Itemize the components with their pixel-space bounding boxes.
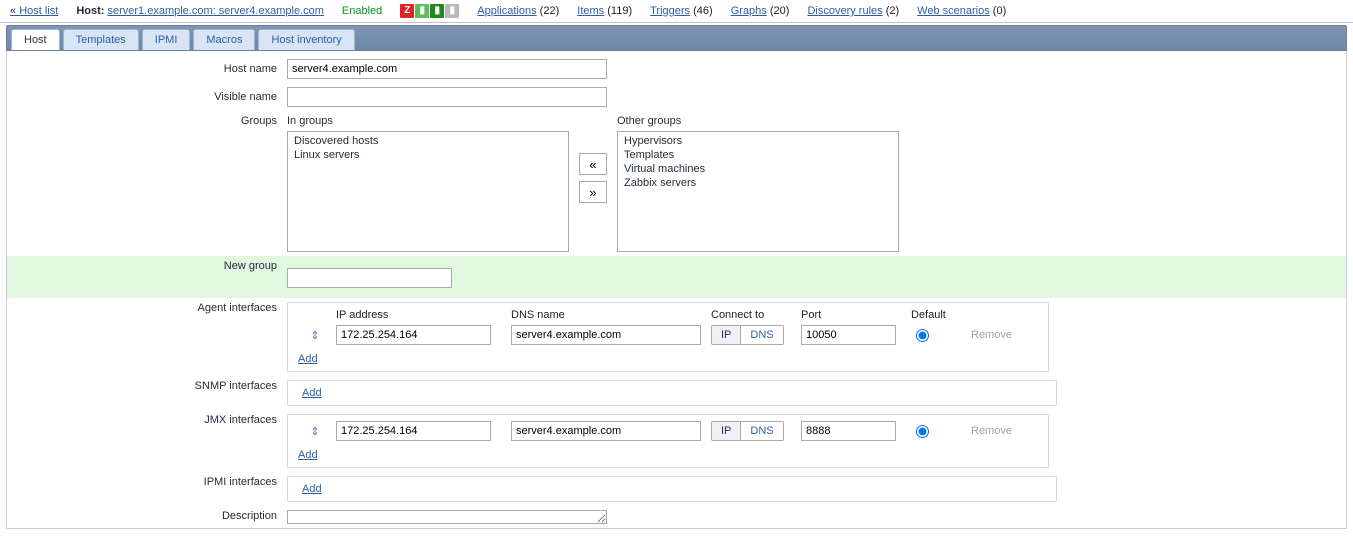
nav-web[interactable]: Web scenarios [917,5,990,17]
availability-jmx-icon: ▮ [430,4,444,18]
connect-toggle[interactable]: IPDNS [711,421,793,441]
tabbar: Host Templates IPMI Macros Host inventor… [6,25,1347,51]
tab-macros[interactable]: Macros [193,29,255,50]
remove-link: Remove [971,329,1012,341]
tab-host[interactable]: Host [11,29,60,50]
nav-graphs[interactable]: Graphs [731,5,767,17]
description-label: Description [7,510,287,522]
group-option[interactable]: Zabbix servers [618,176,898,190]
connect-dns[interactable]: DNS [741,325,783,345]
topbar: Host list Host: server1.example.com: ser… [0,0,1353,23]
group-option[interactable]: Discovered hosts [288,134,568,148]
visiblename-input[interactable] [287,87,607,107]
remove-link: Remove [971,425,1012,437]
availability-snmp-icon: ▮ [415,4,429,18]
groups-label: Groups [7,115,287,127]
row-groups: Groups In groups Discovered hostsLinux s… [7,111,1346,256]
row-jmx-interfaces: JMX interfaces ⇕ IPDNS Remove Add [7,410,1346,472]
ipmi-interfaces-label: IPMI interfaces [7,476,287,488]
group-option[interactable]: Hypervisors [618,134,898,148]
jmx-interfaces-label: JMX interfaces [7,414,287,426]
in-groups-label: In groups [287,115,569,127]
default-radio[interactable] [916,425,929,438]
tab-templates[interactable]: Templates [63,29,139,50]
nav-discovery[interactable]: Discovery rules [807,5,882,17]
newgroup-input[interactable] [287,268,452,288]
connect-ip[interactable]: IP [711,325,741,345]
port-input[interactable] [801,421,896,441]
ipmi-add-link[interactable]: Add [302,483,322,495]
in-groups-select[interactable]: Discovered hostsLinux servers [287,131,569,252]
availability-ipmi-icon: ▮ [445,4,459,18]
host-list-link[interactable]: Host list [10,5,58,17]
status-enabled: Enabled [342,5,382,17]
description-textarea[interactable] [287,510,607,524]
connect-toggle[interactable]: IPDNS [711,325,793,345]
other-groups-label: Other groups [617,115,899,127]
interface-row: ⇕ IPDNS Remove [298,325,1038,345]
newgroup-label: New group [7,260,287,278]
visiblename-label: Visible name [7,91,287,103]
connect-ip[interactable]: IP [711,421,741,441]
other-groups-select[interactable]: HypervisorsTemplatesVirtual machinesZabb… [617,131,899,252]
connect-dns[interactable]: DNS [741,421,783,441]
ipmi-interfaces-block: Add [287,476,1057,502]
jmx-interfaces-block: ⇕ IPDNS Remove Add [287,414,1049,468]
snmp-interfaces-label: SNMP interfaces [7,380,287,392]
port-input[interactable] [801,325,896,345]
row-snmp-interfaces: SNMP interfaces Add [7,376,1346,410]
hostname-label: Host name [7,63,287,75]
agent-add-link[interactable]: Add [298,353,318,365]
agent-interfaces-label: Agent interfaces [7,302,287,314]
agent-interfaces-block: IP address DNS name Connect to Port Defa… [287,302,1049,372]
row-newgroup: New group [7,256,1346,298]
interface-row: ⇕ IPDNS Remove [298,421,1038,441]
hostname-input[interactable] [287,59,607,79]
drag-handle-icon[interactable]: ⇕ [298,329,332,342]
host-label: Host: [76,5,104,17]
nav-counts: Applications (22) Items (119) Triggers (… [477,5,1006,17]
host-detail-link[interactable]: server1.example.com: server4.example.com [107,5,323,17]
move-right-button[interactable]: » [579,181,607,203]
move-left-button[interactable]: « [579,153,607,175]
ip-input[interactable] [336,421,491,441]
snmp-add-link[interactable]: Add [302,387,322,399]
ip-input[interactable] [336,325,491,345]
snmp-interfaces-block: Add [287,380,1057,406]
status-icons: Z ▮ ▮ ▮ [400,4,459,18]
row-hostname: Host name [7,55,1346,83]
nav-triggers[interactable]: Triggers [650,5,690,17]
jmx-add-link[interactable]: Add [298,449,318,461]
nav-applications[interactable]: Applications [477,5,536,17]
tab-content: Host name Visible name Groups In groups … [6,51,1347,529]
nav-items[interactable]: Items [577,5,604,17]
default-radio[interactable] [916,329,929,342]
availability-zabbix-icon: Z [400,4,414,18]
row-ipmi-interfaces: IPMI interfaces Add [7,472,1346,506]
group-option[interactable]: Virtual machines [618,162,898,176]
row-visiblename: Visible name [7,83,1346,111]
row-agent-interfaces: Agent interfaces IP address DNS name Con… [7,298,1346,376]
tab-ipmi[interactable]: IPMI [142,29,191,50]
row-description: Description [7,506,1346,528]
tab-inventory[interactable]: Host inventory [258,29,354,50]
group-option[interactable]: Templates [618,148,898,162]
dns-input[interactable] [511,325,701,345]
drag-handle-icon[interactable]: ⇕ [298,425,332,438]
dns-input[interactable] [511,421,701,441]
group-option[interactable]: Linux servers [288,148,568,162]
interfaces-header: IP address DNS name Connect to Port Defa… [298,309,1038,321]
